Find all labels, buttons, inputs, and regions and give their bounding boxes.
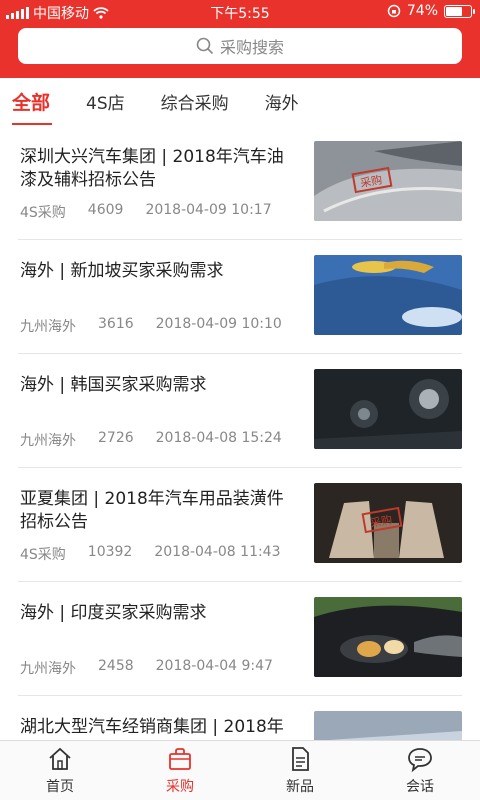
item-thumbnail [314,255,462,335]
tab-overseas[interactable]: 海外 [247,89,317,114]
item-thumbnail [314,711,462,740]
list-item[interactable]: 亚夏集团 | 2018年汽车用品装潢件招标公告 4S采购 10392 2018-… [18,468,462,582]
item-views: 2458 [98,658,134,674]
nav-new-products[interactable]: 新品 [240,741,360,800]
tab-general-procurement[interactable]: 综合采购 [143,89,247,114]
status-bar: 中国移动 下午5:55 74% [0,0,480,24]
item-thumbnail: 采购 [314,141,462,221]
item-source: 4S采购 [20,547,66,563]
item-title: 海外 | 印度买家采购需求 [20,603,207,623]
nav-label: 会话 [406,779,434,795]
item-views: 2726 [98,430,134,446]
item-title: 深圳大兴汽车集团 | 2018年汽车油漆及辅料招标公告 [20,147,284,190]
nav-label: 新品 [286,779,314,795]
chat-icon [408,748,432,773]
item-thumbnail: 采购 [314,483,462,563]
item-views: 10392 [87,544,133,560]
item-date: 2018-04-04 9:47 [155,658,273,674]
document-icon [292,747,309,771]
search-icon [196,37,214,55]
app-header: 中国移动 下午5:55 74% 采购搜索 [0,0,480,78]
list-item[interactable]: 湖北大型汽车经销商集团 | 2018年汽车用品采购公告 [18,696,462,740]
battery-percent: 74% [406,3,438,19]
procurement-list: 深圳大兴汽车集团 | 2018年汽车油漆及辅料招标公告 4S采购 4609 20… [0,126,480,740]
list-item[interactable]: 海外 | 印度买家采购需求 九州海外 2458 2018-04-04 9:47 [18,582,462,696]
item-title: 海外 | 新加坡买家采购需求 [20,261,224,281]
item-date: 2018-04-08 15:24 [155,430,282,446]
search-placeholder: 采购搜索 [219,38,284,57]
item-thumbnail [314,369,462,449]
rotation-lock-icon [387,4,401,18]
item-source: 九州海外 [20,319,76,335]
nav-chat[interactable]: 会话 [360,741,480,800]
nav-home[interactable]: 首页 [0,741,120,800]
item-source: 九州海外 [20,433,76,449]
list-item[interactable]: 海外 | 韩国买家采购需求 九州海外 2726 2018-04-08 15:24 [18,354,462,468]
list-item[interactable]: 深圳大兴汽车集团 | 2018年汽车油漆及辅料招标公告 4S采购 4609 20… [18,126,462,240]
nav-procurement[interactable]: 采购 [120,741,240,800]
bag-icon [169,748,191,770]
item-title: 湖北大型汽车经销商集团 | 2018年汽车用品采购公告 [20,717,284,737]
item-source: 九州海外 [20,661,76,677]
list-item[interactable]: 海外 | 新加坡买家采购需求 九州海外 3616 2018-04-09 10:1… [18,240,462,354]
home-icon [49,747,71,770]
item-views: 3616 [98,316,134,332]
item-views: 4609 [87,202,124,218]
battery-icon [444,4,475,18]
item-title: 海外 | 韩国买家采购需求 [20,375,207,395]
search-bar[interactable]: 采购搜索 [18,28,462,64]
tab-4s-store[interactable]: 4S店 [68,89,143,114]
tab-all[interactable]: 全部 [0,88,68,125]
item-date: 2018-04-09 10:10 [155,316,282,332]
category-tabs: 全部 4S店 综合采购 海外 [0,78,480,125]
item-source: 4S采购 [20,205,66,221]
item-title: 亚夏集团 | 2018年汽车用品装潢件招标公告 [20,489,284,532]
nav-label: 采购 [166,779,194,795]
nav-label: 首页 [46,779,74,795]
item-date: 2018-04-08 11:43 [154,544,281,560]
item-date: 2018-04-09 10:17 [145,202,272,218]
item-thumbnail [314,597,462,677]
bottom-nav: 首页 采购 新品 会话 [0,740,480,800]
